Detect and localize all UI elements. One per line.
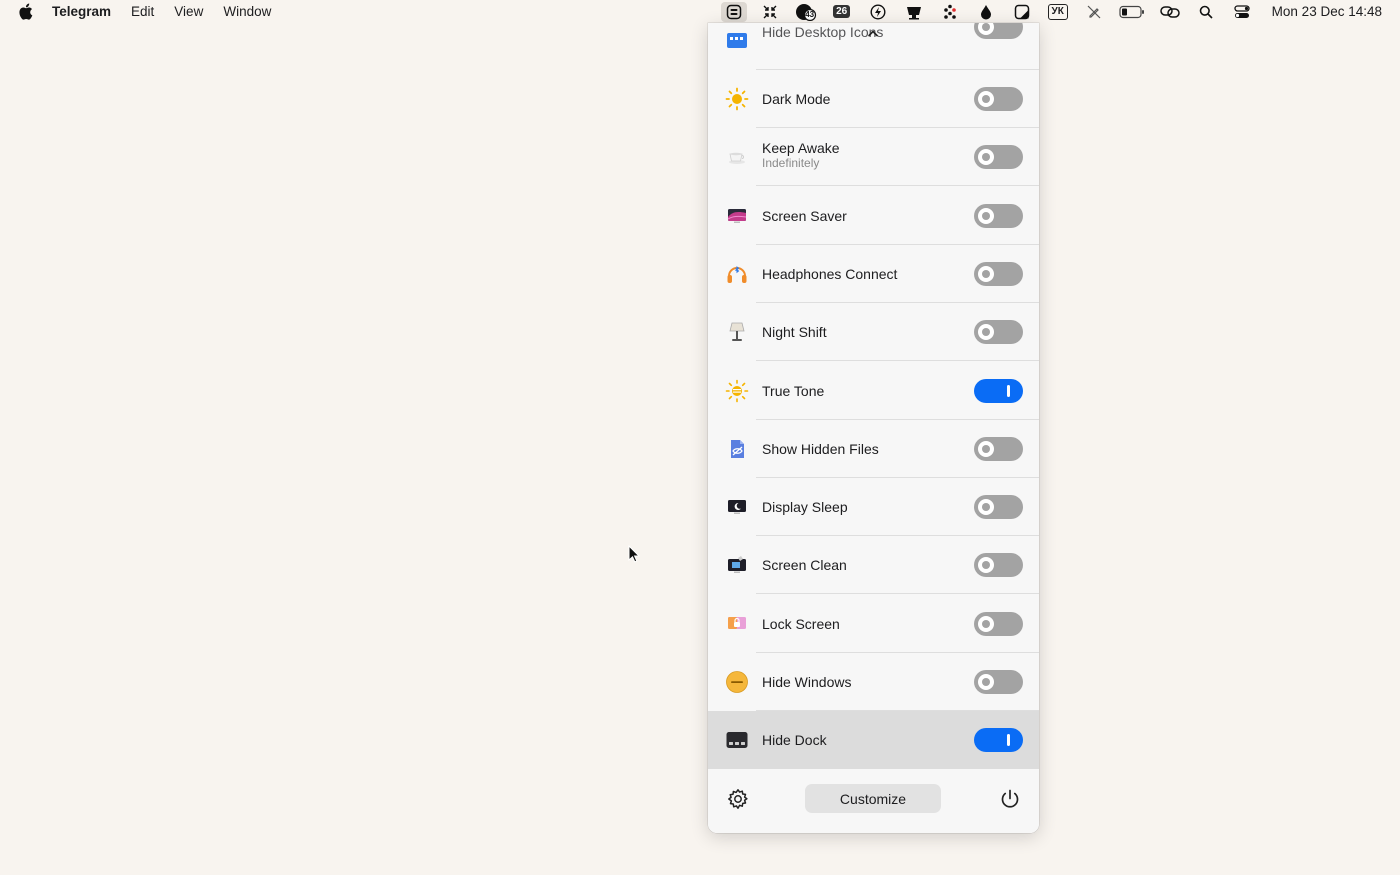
toggle-row-night-shift[interactable]: Night Shift — [708, 303, 1039, 362]
control-center-icon[interactable] — [1229, 2, 1255, 22]
panel-footer: Customize — [708, 770, 1039, 833]
menu-bar: Telegram Edit View Window 43 26 УК Mon 2… — [0, 0, 1400, 23]
battery-icon[interactable] — [1117, 2, 1147, 22]
sun-icon — [724, 86, 750, 112]
toggle-row-title: Headphones Connect — [762, 265, 898, 282]
dark-mode-toggle[interactable] — [974, 87, 1023, 111]
keyboard-layout-indicator[interactable]: УК — [1045, 2, 1071, 22]
show-hidden-files-toggle[interactable] — [974, 436, 1023, 461]
true-tone-toggle[interactable] — [974, 378, 1023, 403]
toggle-row-title: Show Hidden Files — [762, 440, 879, 457]
desktop-icons-icon — [724, 28, 750, 54]
apple-logo-icon[interactable] — [18, 3, 34, 20]
power-quit-icon[interactable] — [998, 787, 1022, 811]
calendar-badge-icon[interactable]: 26 — [829, 2, 855, 22]
search-icon[interactable] — [1193, 2, 1219, 22]
toggle-row-screen-saver[interactable]: Screen Saver — [708, 187, 1039, 245]
menu-app-name[interactable]: Telegram — [52, 4, 111, 19]
toggle-row-keep-awake[interactable]: Keep Awake Indefinitely — [708, 128, 1039, 187]
mouse-cursor-icon — [628, 544, 641, 568]
menu-bar-extras: 43 26 УК Mon 23 Dec 14:48 — [716, 0, 1400, 23]
menu-view[interactable]: View — [174, 4, 203, 19]
toggle-row-title: Dark Mode — [762, 91, 831, 107]
toggle-row-subtitle: Indefinitely — [762, 156, 820, 171]
menu-edit[interactable]: Edit — [131, 4, 154, 19]
toggle-row-title: Hide Windows — [762, 674, 852, 690]
display-sleep-icon — [724, 494, 750, 520]
link-icon[interactable] — [1157, 2, 1183, 22]
menu-bar-left: Telegram Edit View Window — [0, 0, 291, 23]
customize-button[interactable]: Customize — [805, 784, 941, 813]
cloud-count-badge: 43 — [805, 10, 815, 19]
pen-slash-icon[interactable] — [1081, 2, 1107, 22]
window-corner-icon[interactable] — [1009, 2, 1035, 22]
toggle-row-hide-dock[interactable]: Hide Dock — [708, 711, 1039, 770]
toggle-row-headphones-connect[interactable]: Headphones Connect — [708, 245, 1039, 303]
toggle-row-title: Display Sleep — [762, 499, 848, 516]
settings-gear-icon[interactable] — [726, 787, 750, 811]
toggle-row-title: Hide Dock — [762, 732, 827, 749]
toggle-row-title: Night Shift — [762, 324, 827, 341]
headphones-connect-toggle[interactable] — [974, 261, 1023, 286]
hide-windows-toggle[interactable] — [974, 670, 1023, 694]
dock-icon — [724, 727, 750, 753]
toggle-row-hide-windows[interactable]: Hide Windows — [708, 653, 1039, 711]
display-sleep-toggle[interactable] — [974, 495, 1023, 520]
lamp-icon — [724, 319, 750, 345]
menu-bar-clock[interactable]: Mon 23 Dec 14:48 — [1272, 4, 1382, 19]
arrows-collapse-icon[interactable] — [757, 2, 783, 22]
cloud-count-icon[interactable]: 43 — [793, 2, 819, 22]
toggle-row-show-hidden-files[interactable]: Show Hidden Files — [708, 420, 1039, 478]
true-tone-icon — [724, 378, 750, 404]
hidden-files-icon — [724, 436, 750, 462]
hide-windows-icon — [724, 669, 750, 695]
toggle-row-screen-clean[interactable]: Screen Clean — [708, 536, 1039, 595]
hide-desktop-icons-toggle[interactable] — [974, 23, 1023, 39]
screen-clean-icon — [724, 552, 750, 578]
bolt-icon[interactable] — [865, 2, 891, 22]
display-lamp-icon[interactable] — [901, 2, 927, 22]
lock-screen-icon — [724, 611, 750, 637]
headphones-icon — [724, 261, 750, 287]
screen-saver-icon — [724, 203, 750, 229]
toggle-row-lock-screen[interactable]: Lock Screen — [708, 595, 1039, 653]
calendar-badge: 26 — [833, 5, 851, 18]
toggle-row-title: True Tone — [762, 382, 825, 399]
toggle-row-title: Screen Saver — [762, 207, 847, 224]
keep-awake-toggle[interactable] — [974, 145, 1023, 170]
one-switch-panel: Hide Desktop Icons Dark Mode Keep Awake In… — [708, 23, 1039, 833]
lock-screen-toggle[interactable] — [974, 611, 1023, 636]
screen-clean-toggle[interactable] — [974, 553, 1023, 578]
toggle-row-true-tone[interactable]: True Tone — [708, 362, 1039, 420]
one-switch-icon[interactable] — [720, 1, 747, 22]
night-shift-toggle[interactable] — [974, 320, 1023, 345]
hide-dock-toggle[interactable] — [974, 728, 1023, 753]
toggle-row-title: Lock Screen — [762, 615, 840, 632]
menu-window[interactable]: Window — [223, 4, 271, 19]
toggle-row-title: Screen Clean — [762, 557, 847, 574]
toggle-row-dark-mode[interactable]: Dark Mode — [708, 70, 1039, 128]
coffee-cup-icon — [724, 144, 750, 170]
scroll-up-chevron-icon[interactable] — [865, 27, 881, 39]
screen-saver-toggle[interactable] — [974, 203, 1023, 228]
drop-icon[interactable] — [973, 2, 999, 22]
dots-grid-icon[interactable] — [937, 2, 963, 22]
toggle-row-title: Keep Awake — [762, 140, 840, 157]
toggle-row-display-sleep[interactable]: Display Sleep — [708, 478, 1039, 537]
